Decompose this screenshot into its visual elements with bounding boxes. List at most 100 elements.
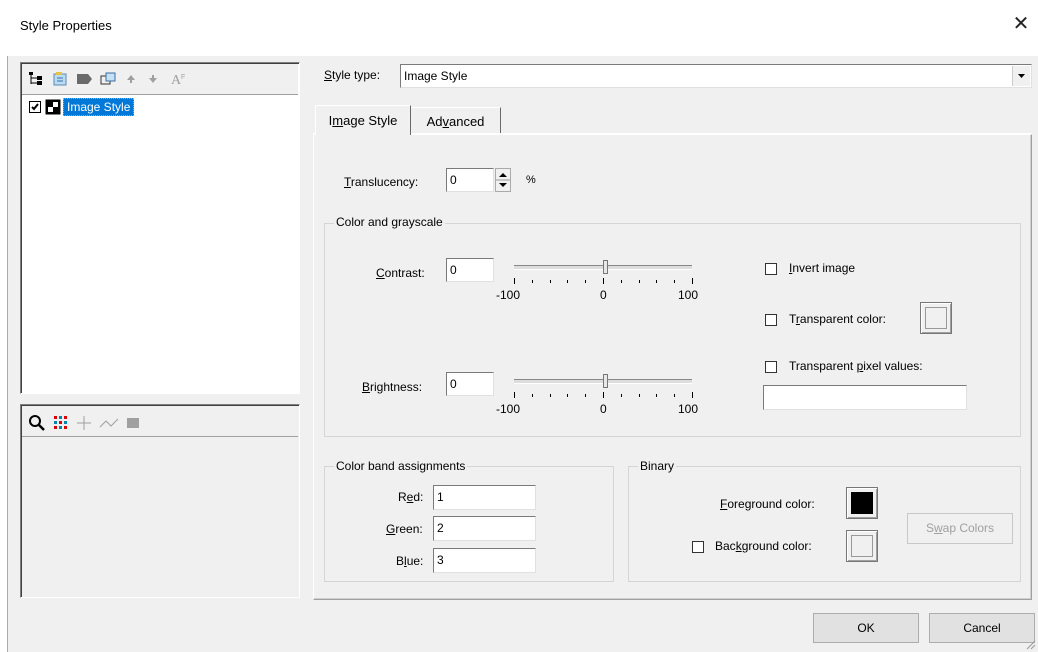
image-style-icon <box>45 99 61 115</box>
grid-icon[interactable] <box>54 416 68 430</box>
background-color-swatch[interactable] <box>846 530 878 562</box>
style-checkbox[interactable] <box>29 101 41 113</box>
contrast-slider-thumb[interactable] <box>603 260 608 274</box>
binary-title: Binary <box>638 459 677 473</box>
slider-tick <box>514 278 515 284</box>
transparent-color-swatch[interactable] <box>920 302 952 334</box>
transparent-color-label[interactable]: Transparent color: <box>789 312 886 326</box>
translucency-label: Translucency: <box>344 175 419 189</box>
slider-tick <box>585 394 587 397</box>
preview-toolbar <box>22 406 298 437</box>
slider-tick <box>638 394 640 397</box>
transparent-color-checkbox[interactable] <box>765 314 777 326</box>
preview-panel <box>20 404 300 598</box>
background-color-checkbox[interactable] <box>692 541 704 553</box>
transparent-pixel-checkbox[interactable] <box>765 361 777 373</box>
slider-tick <box>585 280 587 283</box>
brightness-ticks <box>510 392 698 398</box>
red-label: Red: <box>398 490 424 504</box>
style-type-label: Style type: <box>324 68 381 82</box>
slider-tick <box>674 394 676 397</box>
contrast-label: Contrast: <box>376 266 425 280</box>
tree-item-image-style[interactable]: Image Style <box>63 98 135 116</box>
zoom-icon[interactable] <box>28 414 46 432</box>
slider-tick <box>674 280 676 283</box>
style-tree-panel: AF Image Style <box>20 62 300 394</box>
foreground-color-label: Foreground color: <box>720 497 815 511</box>
slider-tick <box>567 280 569 283</box>
invert-image-label[interactable]: Invert image <box>789 261 855 275</box>
svg-text:F: F <box>181 74 185 81</box>
slider-tick <box>549 394 551 397</box>
tab-advanced[interactable]: Advanced <box>411 107 501 133</box>
translucency-unit: % <box>526 174 536 186</box>
brightness-input[interactable]: 0 <box>446 372 494 396</box>
slider-tick <box>531 280 533 283</box>
slider-tick <box>692 278 693 284</box>
slider-tick <box>656 394 658 397</box>
move-down-icon[interactable] <box>148 74 158 84</box>
contrast-slider[interactable]: -100 0 100 <box>496 258 699 306</box>
tree-structure-icon[interactable] <box>28 71 44 87</box>
tree-toolbar: AF <box>22 64 298 95</box>
slider-tick <box>603 278 604 284</box>
dropdown-button[interactable] <box>1012 66 1030 86</box>
foreground-color-swatch[interactable] <box>846 487 878 519</box>
contrast-input[interactable]: 0 <box>446 258 494 282</box>
brightness-tick-max: 100 <box>678 402 699 416</box>
slider-tick <box>549 280 551 283</box>
slider-tick <box>531 394 533 397</box>
translucency-input[interactable]: 0 <box>446 168 494 192</box>
font-style-icon[interactable]: AF <box>170 71 188 87</box>
slider-tick <box>692 392 693 398</box>
green-label: Green: <box>386 522 423 536</box>
contrast-tick-mid: 0 <box>600 288 607 302</box>
brightness-slider-thumb[interactable] <box>603 374 608 388</box>
window-title: Style Properties <box>20 18 112 33</box>
resize-grip-icon[interactable] <box>1024 638 1036 650</box>
copy-style-icon[interactable] <box>100 71 118 87</box>
green-band-input[interactable]: 2 <box>433 516 536 541</box>
slider-tick <box>656 280 658 283</box>
add-style-icon[interactable] <box>52 71 68 87</box>
contrast-ticks <box>510 278 698 284</box>
slider-tick <box>620 280 622 283</box>
crosshair-icon[interactable] <box>76 415 92 431</box>
tab-strip-line <box>313 133 1032 134</box>
line-icon[interactable] <box>99 415 119 431</box>
brightness-slider[interactable]: -100 0 100 <box>496 372 699 420</box>
ok-button[interactable]: OK <box>813 613 919 643</box>
chevron-down-icon <box>1018 74 1025 78</box>
move-up-icon[interactable] <box>126 74 136 84</box>
style-type-value: Image Style <box>404 69 468 83</box>
transparent-pixel-input[interactable] <box>763 385 967 410</box>
close-icon[interactable]: ✕ <box>1010 14 1032 36</box>
slider-tick <box>514 392 515 398</box>
transparent-pixel-label[interactable]: Transparent pixel values: <box>789 359 923 373</box>
fill-icon[interactable] <box>126 416 140 430</box>
title-bar: Style Properties ✕ <box>0 0 1038 56</box>
tab-image-style[interactable]: Image Style <box>315 105 411 135</box>
blue-band-input[interactable]: 3 <box>433 548 536 573</box>
remove-style-icon[interactable] <box>76 71 94 87</box>
slider-tick <box>638 280 640 283</box>
background-color-label[interactable]: Background color: <box>715 539 812 553</box>
color-band-title: Color band assignments <box>334 459 468 473</box>
blue-label: Blue: <box>396 554 424 568</box>
slider-tick <box>603 392 604 398</box>
spinner-arrows-icon <box>496 173 510 187</box>
slider-tick <box>567 394 569 397</box>
slider-tick <box>620 394 622 397</box>
red-band-input[interactable]: 1 <box>433 485 536 510</box>
contrast-tick-min: -100 <box>496 288 521 302</box>
color-grayscale-title: Color and grayscale <box>334 215 445 229</box>
brightness-tick-min: -100 <box>496 402 521 416</box>
contrast-tick-max: 100 <box>678 288 699 302</box>
style-type-select[interactable]: Image Style <box>400 64 1032 88</box>
invert-image-checkbox[interactable] <box>765 263 777 275</box>
translucency-spinner[interactable] <box>495 168 511 192</box>
swap-colors-button[interactable]: Swap Colors <box>907 513 1013 544</box>
cancel-button[interactable]: Cancel <box>929 613 1035 643</box>
brightness-label: Brightness: <box>362 380 423 394</box>
brightness-tick-mid: 0 <box>600 402 607 416</box>
